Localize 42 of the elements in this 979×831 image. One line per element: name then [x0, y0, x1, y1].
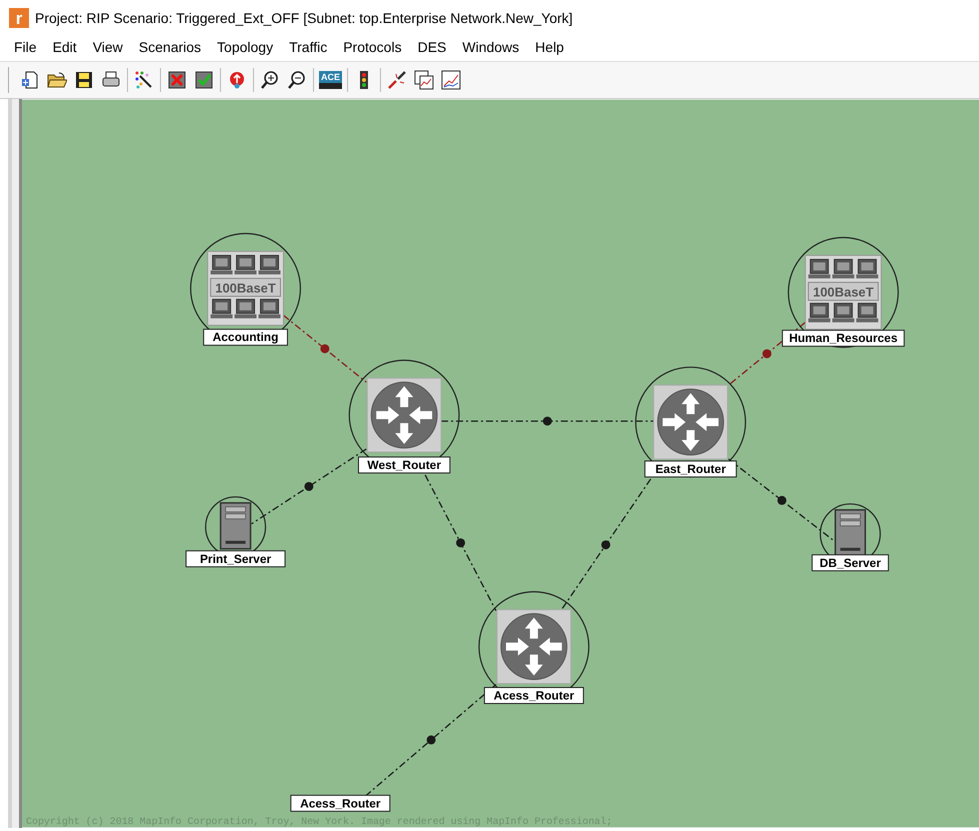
menu-item[interactable]: Edit	[44, 39, 85, 55]
network-link[interactable]	[251, 448, 367, 524]
network-link[interactable]	[283, 314, 367, 383]
router-icon[interactable]	[366, 378, 442, 453]
node-label[interactable]: East_Router	[644, 460, 737, 478]
lan-type-text: 100BaseT	[813, 284, 874, 300]
router-icon[interactable]	[653, 384, 728, 460]
save-icon[interactable]	[73, 69, 95, 91]
node-label[interactable]: Print_Server	[186, 550, 286, 568]
lan-icon[interactable]: 100BaseT	[207, 250, 284, 326]
line-chart-icon[interactable]	[440, 69, 462, 91]
menu-item[interactable]: Help	[527, 39, 572, 55]
node-label[interactable]: Human_Resources	[782, 330, 905, 347]
menu-item[interactable]: File	[6, 39, 45, 55]
menu-item[interactable]: Protocols	[335, 39, 410, 55]
server-icon[interactable]	[220, 502, 252, 550]
network-link[interactable]	[728, 458, 836, 542]
menu-item[interactable]: View	[84, 39, 131, 55]
node-label[interactable]: Acess_Router	[484, 687, 584, 704]
server-icon[interactable]	[834, 509, 866, 557]
node-label[interactable]: Accounting	[203, 328, 288, 346]
network-link[interactable]	[441, 416, 654, 426]
router-icon[interactable]	[496, 609, 572, 684]
check-icon[interactable]	[193, 69, 215, 91]
node-label[interactable]: DB_Server	[812, 554, 889, 572]
menu-item[interactable]: Windows	[454, 39, 528, 55]
menu-item[interactable]: Traffic	[281, 39, 336, 55]
lan-type-text: 100BaseT	[215, 280, 276, 296]
broken-link-icon[interactable]	[386, 69, 408, 91]
menu-item[interactable]: Scenarios	[130, 39, 210, 55]
window-title: Project: RIP Scenario: Triggered_Ext_OFF [Subnet: top.Enterprise Network.New_York]	[35, 10, 573, 26]
lan-icon[interactable]: 100BaseT	[804, 254, 882, 330]
ace-button[interactable]: ACE	[319, 71, 342, 89]
node-label[interactable]: Acess_Router	[290, 794, 390, 812]
zoom-out-icon[interactable]	[286, 69, 308, 91]
windows-icon[interactable]	[413, 69, 436, 91]
node-label[interactable]: West_Router	[358, 456, 450, 474]
menu-item[interactable]: DES	[410, 39, 454, 55]
menu-item[interactable]: Topology	[209, 39, 282, 55]
zoom-in-icon[interactable]	[259, 69, 281, 91]
app-logo: r	[9, 8, 29, 28]
delete-icon[interactable]	[166, 69, 188, 91]
